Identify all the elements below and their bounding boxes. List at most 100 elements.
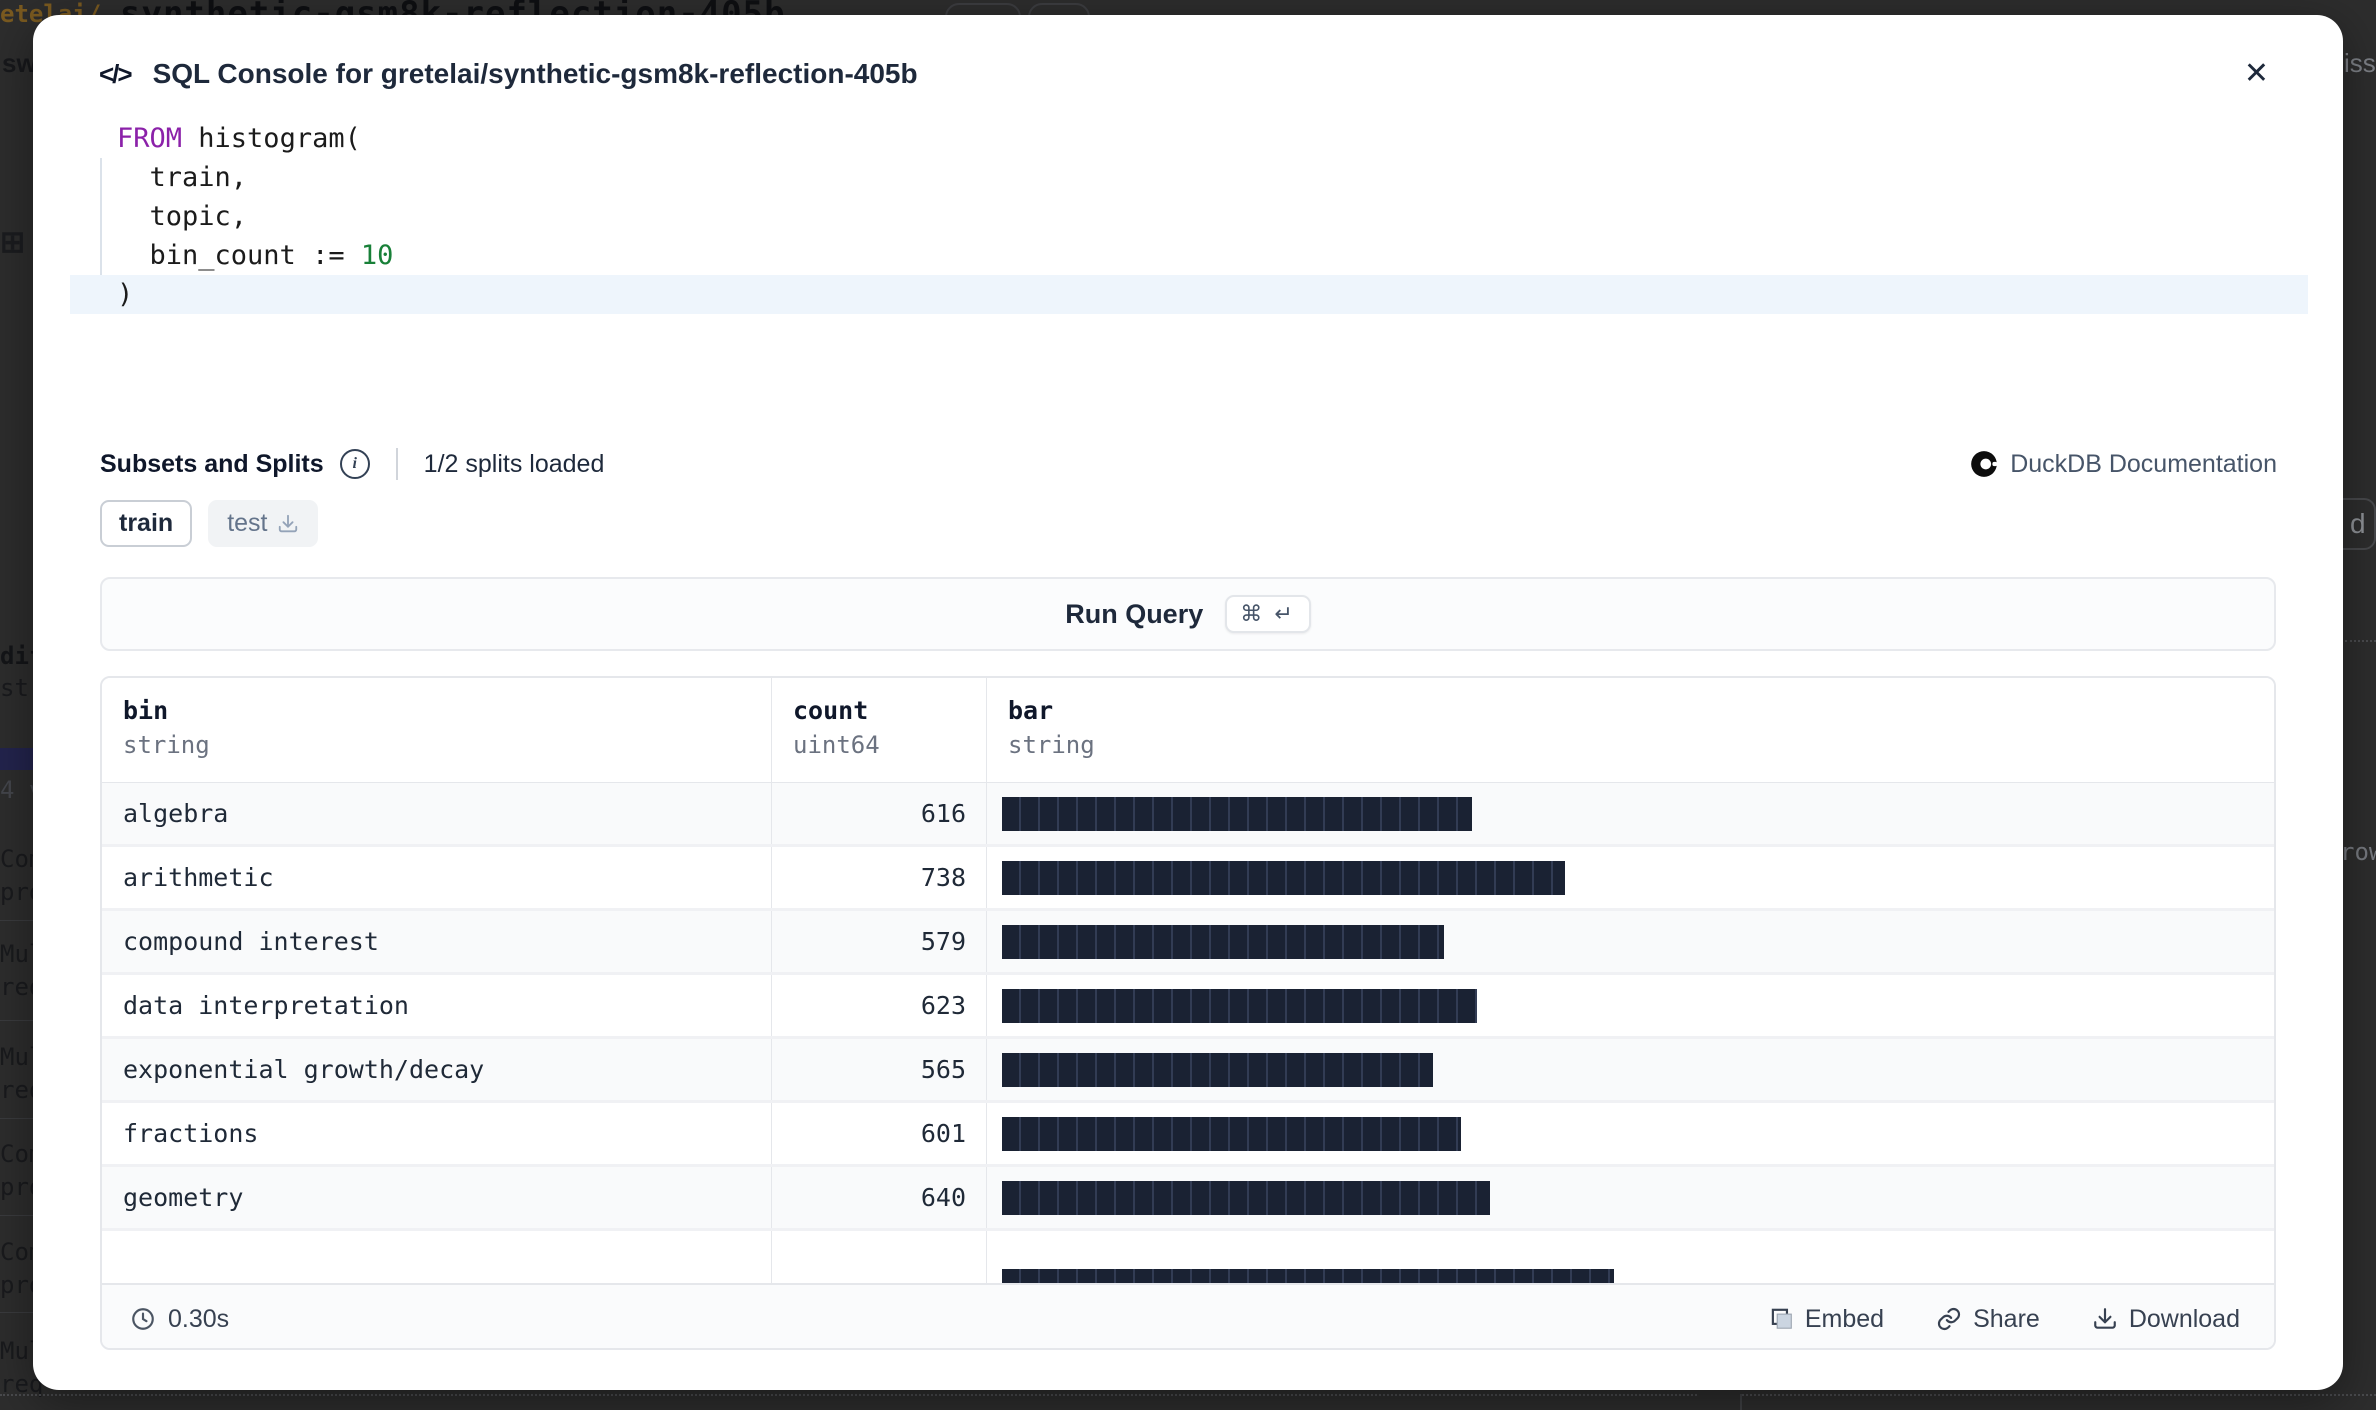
- cell-bin: data interpretation: [102, 975, 772, 1036]
- histogram-bar: [1002, 989, 1477, 1023]
- cell-count: 601: [772, 1103, 987, 1164]
- cell-bar: [987, 1053, 2274, 1087]
- download-label: Download: [2129, 1305, 2240, 1334]
- cell-count: 579: [772, 911, 987, 972]
- table-row: arithmetic738: [102, 847, 2274, 911]
- column-header-bar: barstring: [987, 678, 2274, 782]
- table-row: geometry640: [102, 1167, 2274, 1231]
- results-table-header: bin string count uint64 barstring: [102, 678, 2274, 783]
- cell-bar: [987, 797, 2274, 831]
- background-divider: [0, 1312, 33, 1313]
- background-divider: [0, 1118, 33, 1119]
- share-button[interactable]: Share: [1930, 1304, 2046, 1335]
- background-divider: [0, 1020, 33, 1021]
- sql-console-modal: </> SQL Console for gretelai/synthetic-g…: [33, 15, 2343, 1390]
- code-line-2: train,: [70, 158, 2308, 197]
- column-dtype: string: [123, 731, 751, 759]
- table-row: fractions601: [102, 1103, 2274, 1167]
- column-dtype: uint64: [793, 731, 966, 759]
- cell-bin: fractions: [102, 1103, 772, 1164]
- cell-bin: exponential growth/decay: [102, 1039, 772, 1100]
- tab-label: train: [119, 509, 173, 538]
- table-row-partial: [102, 1231, 2274, 1283]
- clock-icon: [130, 1306, 156, 1332]
- background-table-fragment: sw: [2, 48, 37, 79]
- column-name: bin: [123, 696, 751, 725]
- link-icon: [1936, 1306, 1962, 1332]
- info-icon[interactable]: i: [340, 449, 370, 479]
- share-label: Share: [1973, 1305, 2040, 1334]
- background-divider: [0, 1215, 33, 1216]
- cell-bar: [987, 1181, 2274, 1215]
- tab-split-test[interactable]: test: [208, 500, 318, 547]
- tab-label: test: [227, 509, 267, 538]
- histogram-bar: [1002, 1117, 1461, 1151]
- column-name: bar: [1008, 696, 2254, 725]
- cell-bar: [987, 1231, 2274, 1283]
- code-icon: </>: [99, 59, 131, 90]
- histogram-bar: [1002, 925, 1444, 959]
- column-name: count: [793, 696, 966, 725]
- histogram-bar: [1002, 861, 1565, 895]
- keyboard-shortcut-badge: ⌘ ↵: [1225, 595, 1311, 633]
- background-column-divider: [1740, 1394, 1742, 1410]
- table-row: data interpretation623: [102, 975, 2274, 1039]
- split-tabs: train test: [100, 500, 2277, 547]
- code-line-3: topic,: [70, 197, 2308, 236]
- divider: [396, 448, 398, 480]
- background-table-fragment: row: [2340, 838, 2376, 866]
- cell-bar: [987, 925, 2274, 959]
- splits-section-header: Subsets and Splits i 1/2 splits loaded D…: [100, 448, 2277, 480]
- table-row: exponential growth/decay565: [102, 1039, 2274, 1103]
- cell-bar: [987, 861, 2274, 895]
- download-button[interactable]: Download: [2086, 1304, 2246, 1335]
- table-row: compound interest579: [102, 911, 2274, 975]
- results-table-body: algebra616arithmetic738compound interest…: [102, 783, 2274, 1283]
- code-line-4: bin_count := 10: [70, 236, 2308, 275]
- run-query-button[interactable]: Run Query ⌘ ↵: [100, 577, 2276, 651]
- histogram-bar: [1002, 1269, 1614, 1283]
- tab-split-train[interactable]: train: [100, 500, 192, 547]
- sql-code-editor[interactable]: FROM histogram( train, topic, bin_count …: [70, 119, 2308, 314]
- copy-icon: [1768, 1306, 1794, 1332]
- indent-guide: [100, 158, 102, 275]
- duckdb-logo-icon: [1970, 450, 1998, 478]
- cell-count: [772, 1231, 987, 1283]
- background-selected-cell: [0, 748, 33, 770]
- results-table: bin string count uint64 barstring algebra616…: [100, 676, 2276, 1350]
- cell-count: 738: [772, 847, 987, 908]
- table-row: algebra616: [102, 783, 2274, 847]
- cell-count: 565: [772, 1039, 987, 1100]
- background-table-fragment: issa: [2344, 48, 2376, 79]
- cell-count: 616: [772, 783, 987, 844]
- code-line-1: FROM histogram(: [70, 119, 2308, 158]
- cell-bar: [987, 1117, 2274, 1151]
- results-footer: 0.30s EmbedShareDownload: [102, 1283, 2274, 1350]
- close-icon[interactable]: ✕: [2236, 55, 2277, 93]
- cell-bin: arithmetic: [102, 847, 772, 908]
- background-dotted-line: [2345, 640, 2376, 642]
- column-header-count: count uint64: [772, 678, 987, 782]
- embed-button[interactable]: Embed: [1762, 1304, 1890, 1335]
- duckdb-documentation-link[interactable]: DuckDB Documentation: [1970, 450, 2277, 479]
- cell-bin: compound interest: [102, 911, 772, 972]
- cell-count: 640: [772, 1167, 987, 1228]
- cell-count: 623: [772, 975, 987, 1036]
- download-icon: [277, 513, 299, 535]
- code-line-5: ): [70, 275, 2308, 314]
- run-query-label: Run Query: [1065, 599, 1203, 630]
- background-dotted-line: [0, 1394, 1697, 1396]
- background-divider: [0, 920, 33, 921]
- cell-bin: algebra: [102, 783, 772, 844]
- histogram-bar: [1002, 1053, 1433, 1087]
- splits-loaded-status: 1/2 splits loaded: [424, 450, 605, 479]
- cell-bin: geometry: [102, 1167, 772, 1228]
- background-dotted-line: [1742, 1394, 2376, 1396]
- splits-heading: Subsets and Splits: [100, 450, 324, 479]
- cell-bar: [987, 989, 2274, 1023]
- duckdb-documentation-label: DuckDB Documentation: [2010, 450, 2277, 479]
- histogram-bar: [1002, 1181, 1490, 1215]
- modal-title: SQL Console for gretelai/synthetic-gsm8k…: [153, 58, 2214, 90]
- download-icon: [2092, 1306, 2118, 1332]
- column-header-bin: bin string: [102, 678, 772, 782]
